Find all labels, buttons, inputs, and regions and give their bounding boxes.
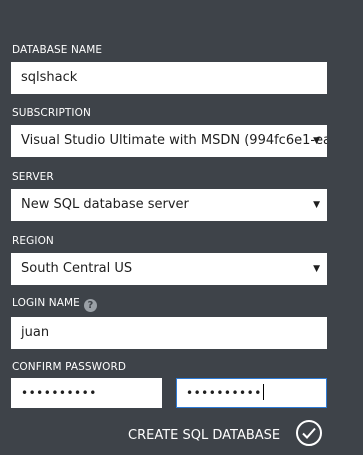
database-name-input[interactable]: sqlshack [11, 62, 327, 94]
subscription-value: Visual Studio Ultimate with MSDN (994fc6… [21, 133, 327, 148]
chevron-down-icon: ▼ [313, 264, 320, 274]
subscription-label: SUBSCRIPTION [12, 107, 91, 119]
region-label: REGION [12, 235, 54, 247]
chevron-down-icon: ▼ [313, 200, 320, 210]
text-cursor [262, 384, 264, 400]
login-name-input[interactable]: juan [11, 317, 327, 349]
region-select[interactable]: South Central US ▼ [11, 253, 327, 285]
server-label: SERVER [12, 171, 54, 183]
create-sql-database-button[interactable]: CREATE SQL DATABASE [128, 418, 333, 452]
server-value: New SQL database server [21, 197, 189, 212]
login-name-label-row: LOGIN NAME? [12, 297, 97, 312]
subscription-select[interactable]: Visual Studio Ultimate with MSDN (994fc6… [11, 125, 327, 157]
confirm-password-input[interactable]: •••••••••• [176, 378, 327, 408]
server-select[interactable]: New SQL database server ▼ [11, 189, 327, 221]
password-input[interactable]: •••••••••• [11, 378, 162, 408]
region-value: South Central US [21, 261, 133, 276]
database-name-label: DATABASE NAME [12, 44, 103, 56]
confirm-password-mask: •••••••••• [186, 386, 262, 400]
chevron-down-icon: ▼ [313, 136, 320, 146]
create-sql-database-label: CREATE SQL DATABASE [128, 427, 281, 443]
checkmark-icon [302, 427, 316, 439]
login-name-label: LOGIN NAME [12, 297, 80, 309]
confirm-password-label: CONFIRM PASSWORD [12, 361, 127, 373]
checkmark-circle-icon[interactable] [296, 420, 322, 446]
help-icon[interactable]: ? [83, 299, 97, 312]
